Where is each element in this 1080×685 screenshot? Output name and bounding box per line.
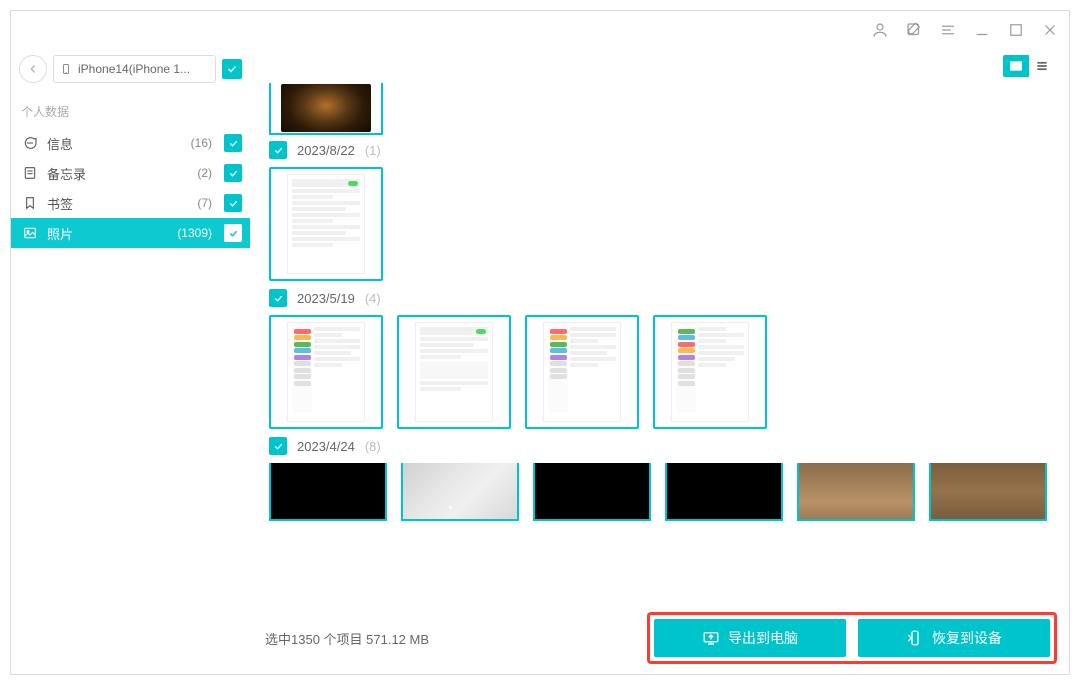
- action-highlight-box: 导出到电脑 恢复到设备: [647, 612, 1057, 664]
- group-count: (1): [365, 143, 381, 158]
- sidebar-item-count: (16): [191, 136, 212, 150]
- photo-thumbnail[interactable]: [401, 463, 519, 521]
- sidebar-section-label: 个人数据: [11, 93, 250, 128]
- device-selector[interactable]: iPhone14(iPhone 1...: [53, 55, 216, 83]
- user-icon[interactable]: [871, 21, 889, 39]
- export-to-pc-button[interactable]: 导出到电脑: [654, 619, 846, 657]
- device-label: iPhone14(iPhone 1...: [78, 62, 190, 76]
- notes-icon: [21, 164, 39, 182]
- maximize-button[interactable]: [1007, 21, 1025, 39]
- edit-icon[interactable]: [905, 21, 923, 39]
- sidebar-item-photos[interactable]: 照片 (1309): [11, 218, 250, 248]
- close-button[interactable]: [1041, 21, 1059, 39]
- message-icon: [21, 134, 39, 152]
- restore-to-device-button[interactable]: 恢复到设备: [858, 619, 1050, 657]
- restore-label: 恢复到设备: [932, 628, 1002, 648]
- sidebar-item-notes[interactable]: 备忘录 (2): [11, 158, 250, 188]
- sidebar-item-checkbox[interactable]: [224, 164, 242, 182]
- photo-thumbnail[interactable]: [665, 463, 783, 521]
- grid-view-button[interactable]: [1003, 55, 1029, 77]
- group-date: 2023/8/22: [297, 143, 355, 158]
- photo-thumbnail[interactable]: [269, 83, 383, 135]
- photo-thumbnail[interactable]: [397, 315, 511, 429]
- photo-thumbnail[interactable]: [269, 463, 387, 521]
- group-count: (8): [365, 439, 381, 454]
- photo-thumbnail[interactable]: [653, 315, 767, 429]
- sidebar-item-checkbox[interactable]: [224, 194, 242, 212]
- sidebar-item-label: 照片: [47, 224, 169, 243]
- group-checkbox[interactable]: [269, 289, 287, 307]
- photo-thumbnail[interactable]: [269, 315, 383, 429]
- export-label: 导出到电脑: [728, 628, 798, 648]
- sidebar-item-count: (2): [197, 166, 212, 180]
- photo-thumbnail[interactable]: [533, 463, 651, 521]
- menu-icon[interactable]: [939, 21, 957, 39]
- minimize-button[interactable]: [973, 21, 991, 39]
- sidebar-item-checkbox[interactable]: [224, 224, 242, 242]
- sidebar-item-messages[interactable]: 信息 (16): [11, 128, 250, 158]
- photo-thumbnail[interactable]: [269, 167, 383, 281]
- sidebar-item-count: (7): [197, 196, 212, 210]
- group-date: 2023/4/24: [297, 439, 355, 454]
- photo-thumbnail[interactable]: [929, 463, 1047, 521]
- sidebar-item-label: 书签: [47, 194, 189, 213]
- group-checkbox[interactable]: [269, 437, 287, 455]
- sidebar-item-label: 信息: [47, 134, 183, 153]
- photo-thumbnail[interactable]: [525, 315, 639, 429]
- sidebar-item-count: (1309): [177, 226, 212, 240]
- sidebar-item-bookmarks[interactable]: 书签 (7): [11, 188, 250, 218]
- photo-thumbnail[interactable]: [797, 463, 915, 521]
- group-date: 2023/5/19: [297, 291, 355, 306]
- photos-icon: [21, 224, 39, 242]
- sidebar-item-label: 备忘录: [47, 164, 189, 183]
- bookmark-icon: [21, 194, 39, 212]
- group-checkbox[interactable]: [269, 141, 287, 159]
- group-count: (4): [365, 291, 381, 306]
- status-text: 选中1350 个项目 571.12 MB: [263, 629, 637, 648]
- back-button[interactable]: [19, 55, 47, 83]
- sidebar-item-checkbox[interactable]: [224, 134, 242, 152]
- list-view-button[interactable]: [1029, 55, 1055, 77]
- view-switch: [1003, 55, 1055, 77]
- sidebar: iPhone14(iPhone 1... 个人数据 信息 (16) 备忘录 (2…: [11, 49, 251, 674]
- select-all-checkbox[interactable]: [222, 59, 242, 79]
